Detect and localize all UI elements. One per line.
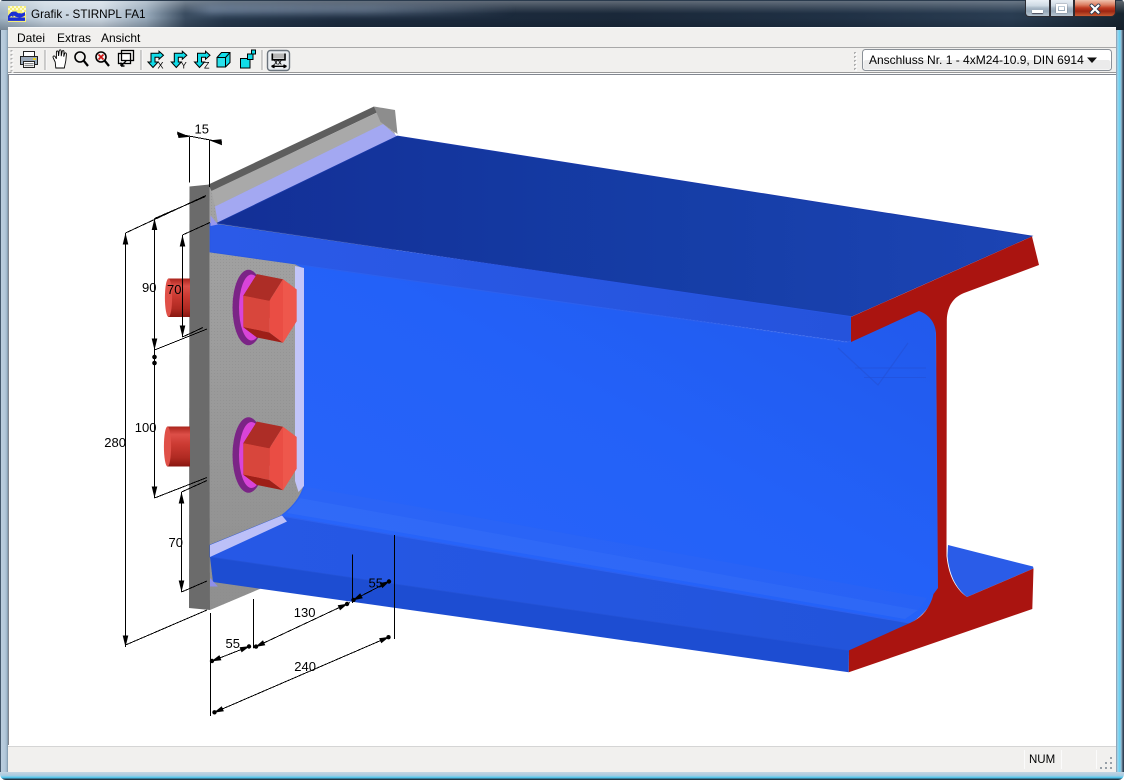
- svg-text:280: 280: [104, 435, 126, 450]
- svg-text:100: 100: [135, 420, 157, 435]
- svg-text:55: 55: [226, 636, 240, 651]
- svg-text:70: 70: [169, 535, 183, 550]
- svg-text:15: 15: [195, 122, 209, 137]
- svg-text:240: 240: [294, 659, 316, 674]
- svg-text:70: 70: [167, 282, 181, 297]
- svg-text:90: 90: [142, 280, 156, 295]
- svg-text:55: 55: [369, 576, 383, 591]
- svg-text:130: 130: [294, 605, 316, 620]
